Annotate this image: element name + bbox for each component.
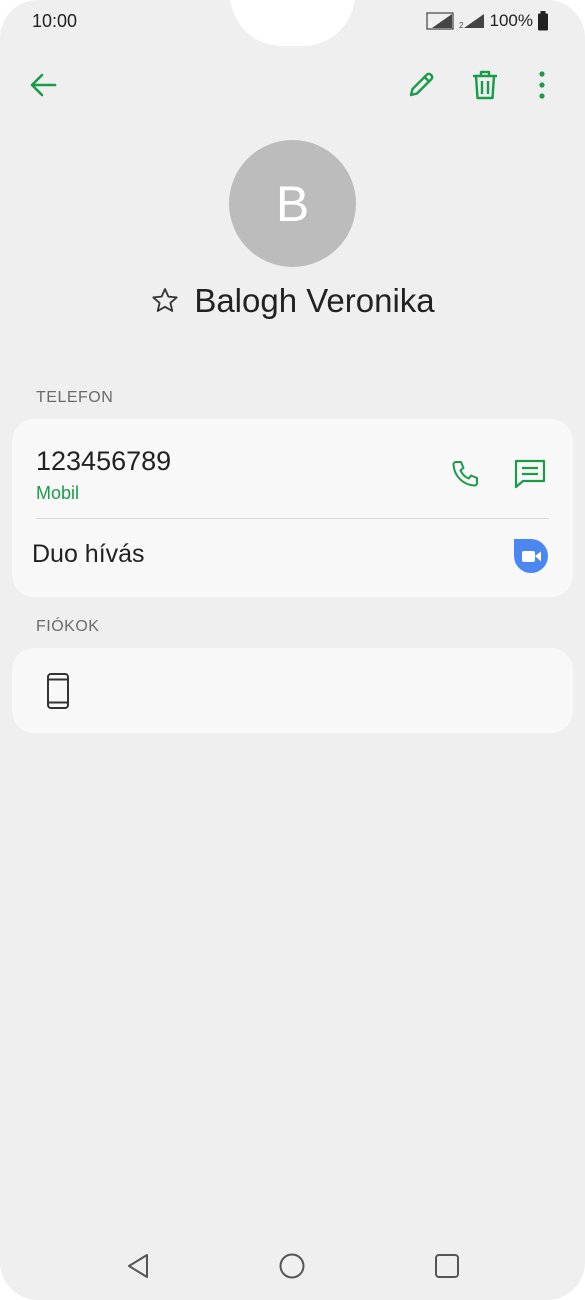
nav-recents-button[interactable]: [429, 1248, 465, 1284]
phone-card: 123456789 Mobil Duo hívás: [12, 419, 573, 597]
svg-text:1: 1: [429, 22, 433, 29]
signal-sim2-icon: 2: [459, 14, 484, 30]
screen: 10:00 1 2 100% B Balogh Veronika TELEFON…: [0, 0, 585, 1300]
contact-avatar: B: [229, 140, 356, 267]
svg-text:2: 2: [459, 21, 464, 30]
more-vertical-icon: [539, 71, 545, 99]
nav-back-button[interactable]: [120, 1248, 156, 1284]
message-icon: [514, 459, 546, 489]
star-outline-icon[interactable]: [150, 286, 180, 316]
battery-percent: 100%: [489, 11, 533, 30]
section-label-phone: TELEFON: [36, 389, 114, 406]
more-options-button[interactable]: [528, 66, 556, 104]
duo-video-button[interactable]: [512, 537, 550, 575]
section-label-accounts: FIÓKOK: [36, 618, 100, 635]
accounts-card[interactable]: [12, 648, 573, 733]
phone-number: 123456789: [36, 446, 172, 476]
phone-call-icon: [452, 460, 479, 487]
message-button[interactable]: [512, 457, 548, 491]
status-icons: 1 2 100%: [425, 11, 549, 31]
delete-button[interactable]: [466, 66, 504, 104]
phone-number-row[interactable]: 123456789 Mobil: [12, 419, 432, 518]
circle-home-icon: [279, 1253, 305, 1279]
contact-name-row: Balogh Veronika: [0, 282, 585, 320]
duo-call-row[interactable]: Duo hívás: [12, 519, 573, 597]
nav-home-button[interactable]: [274, 1248, 310, 1284]
phone-type: Mobil: [36, 483, 80, 503]
avatar-letter: B: [275, 175, 310, 232]
battery-icon: [538, 11, 548, 31]
square-recents-icon: [435, 1254, 459, 1278]
contact-name: Balogh Veronika: [194, 282, 435, 319]
trash-icon: [473, 70, 497, 100]
signal-sim1-icon: 1: [425, 12, 454, 30]
phone-device-icon: [47, 673, 69, 709]
status-time: 10:00: [32, 11, 78, 31]
edit-button[interactable]: [402, 66, 440, 104]
navigation-bar: [0, 1240, 585, 1292]
camera-notch: [230, 0, 355, 46]
arrow-left-icon: [30, 73, 57, 97]
pencil-icon: [409, 72, 434, 97]
back-button[interactable]: [24, 66, 62, 104]
triangle-back-icon: [128, 1254, 148, 1278]
duo-call-label: Duo hívás: [32, 540, 145, 568]
duo-video-icon: [514, 539, 548, 573]
call-button[interactable]: [448, 457, 482, 491]
